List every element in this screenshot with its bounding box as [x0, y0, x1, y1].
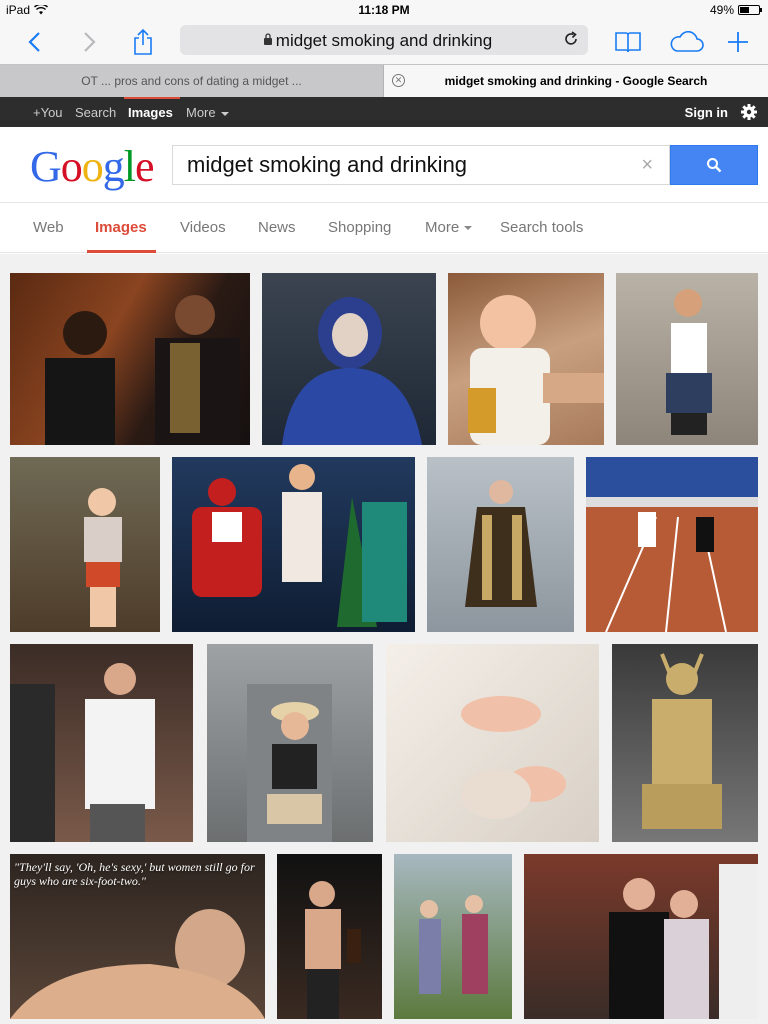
gear-icon[interactable]: [740, 103, 758, 121]
logo-letter: l: [123, 142, 136, 191]
image-result[interactable]: [394, 854, 512, 1019]
image-thumbnail: [666, 289, 712, 435]
tab-shopping[interactable]: Shopping: [328, 219, 391, 236]
image-thumbnail: [192, 464, 407, 627]
image-result[interactable]: [448, 273, 604, 445]
tab-inactive[interactable]: OT ... pros and cons of dating a midget …: [0, 65, 384, 97]
tab-images[interactable]: Images: [95, 219, 147, 236]
reload-icon[interactable]: [562, 30, 580, 48]
image-thumbnail: [586, 457, 758, 632]
forward-icon: [84, 32, 96, 52]
tab-videos[interactable]: Videos: [180, 219, 226, 236]
image-result[interactable]: [612, 644, 758, 842]
logo-letter: G: [30, 142, 62, 191]
bookmarks-icon: [615, 32, 641, 53]
google-bar-active-indicator: [124, 97, 180, 99]
image-thumbnail: [305, 881, 361, 1019]
tab-title: OT ... pros and cons of dating a midget …: [81, 74, 302, 88]
close-tab-icon[interactable]: ✕: [392, 74, 405, 87]
search-box[interactable]: ×: [172, 145, 670, 185]
back-icon: [28, 32, 40, 52]
image-result[interactable]: [10, 457, 160, 632]
search-button[interactable]: [670, 145, 758, 185]
image-thumbnail: [10, 663, 155, 842]
google-bar-more-label: More: [186, 105, 216, 120]
image-result[interactable]: [10, 644, 193, 842]
google-bar: +You Search Images More Sign in: [0, 97, 768, 127]
icloud-tabs-button[interactable]: [668, 26, 706, 58]
google-logo[interactable]: Google: [30, 142, 155, 191]
result-type-nav: Web Images Videos News Shopping More Sea…: [0, 203, 768, 253]
image-result[interactable]: [586, 457, 758, 632]
image-result[interactable]: [10, 273, 250, 445]
image-thumbnail: [609, 864, 758, 1019]
logo-letter: g: [102, 142, 125, 191]
tab-news[interactable]: News: [258, 219, 296, 236]
image-result[interactable]: [262, 273, 436, 445]
tab-web[interactable]: Web: [33, 219, 64, 236]
back-button[interactable]: [18, 26, 50, 58]
status-time: 11:18 PM: [358, 3, 410, 17]
forward-button[interactable]: [74, 26, 106, 58]
image-result[interactable]: [427, 457, 574, 632]
status-right: 49%: [709, 3, 762, 17]
tab-more-label: More: [425, 219, 460, 236]
sign-in-link[interactable]: Sign in: [685, 105, 728, 120]
chevron-down-icon: [464, 226, 473, 231]
search-input[interactable]: [173, 146, 633, 184]
new-tab-icon: [728, 32, 748, 52]
browser-toolbar: midget smoking and drinking: [0, 20, 768, 64]
logo-letter: o: [81, 142, 104, 191]
image-thumbnail: [465, 480, 537, 607]
bookmarks-button[interactable]: [612, 26, 644, 58]
google-bar-plus-you[interactable]: +You: [33, 105, 63, 120]
active-tab-underline: [87, 250, 156, 253]
image-thumbnail: [84, 488, 122, 627]
image-thumbnail: [282, 297, 422, 445]
address-bar[interactable]: midget smoking and drinking: [180, 25, 588, 55]
logo-letter: e: [135, 142, 155, 191]
image-thumbnail: [45, 295, 240, 445]
image-result[interactable]: [386, 644, 599, 842]
clear-icon[interactable]: ×: [641, 154, 653, 177]
status-bar: iPad 11:18 PM 49%: [0, 0, 768, 20]
image-results-grid: "They'll say, 'Oh, he's sexy,' but women…: [0, 254, 768, 1024]
search-icon: [707, 158, 722, 173]
icloud-tabs-icon: [670, 31, 704, 52]
address-url: midget smoking and drinking: [275, 31, 493, 50]
google-bar-more[interactable]: More: [186, 105, 229, 120]
image-thumbnail: [419, 895, 488, 994]
image-result[interactable]: [524, 854, 758, 1019]
chevron-down-icon: [220, 111, 229, 116]
image-result[interactable]: [207, 644, 373, 842]
search-header: Google ×: [0, 127, 768, 203]
share-icon: [134, 28, 152, 55]
new-tab-button[interactable]: [722, 26, 754, 58]
image-caption: "They'll say, 'Oh, he's sexy,' but women…: [14, 860, 255, 888]
google-bar-images[interactable]: Images: [128, 105, 173, 120]
google-bar-search[interactable]: Search: [75, 105, 116, 120]
image-thumbnail: [642, 653, 722, 829]
image-thumbnail: [247, 684, 332, 842]
image-result[interactable]: [172, 457, 415, 632]
image-result[interactable]: [277, 854, 382, 1019]
image-thumbnail: [461, 696, 566, 819]
tab-search-tools[interactable]: Search tools: [500, 219, 583, 236]
image-result[interactable]: "They'll say, 'Oh, he's sexy,' but women…: [10, 854, 265, 1019]
tab-title: midget smoking and drinking - Google Sea…: [444, 74, 708, 88]
battery-percent: 49%: [709, 3, 734, 17]
tab-active[interactable]: ✕ midget smoking and drinking - Google S…: [384, 65, 768, 97]
logo-letter: o: [60, 142, 83, 191]
battery-icon: [738, 5, 762, 15]
tab-more[interactable]: More: [425, 219, 473, 236]
image-thumbnail: [468, 295, 604, 445]
image-result[interactable]: [616, 273, 758, 445]
share-button[interactable]: [127, 26, 159, 58]
tab-bar: OT ... pros and cons of dating a midget …: [0, 64, 768, 97]
